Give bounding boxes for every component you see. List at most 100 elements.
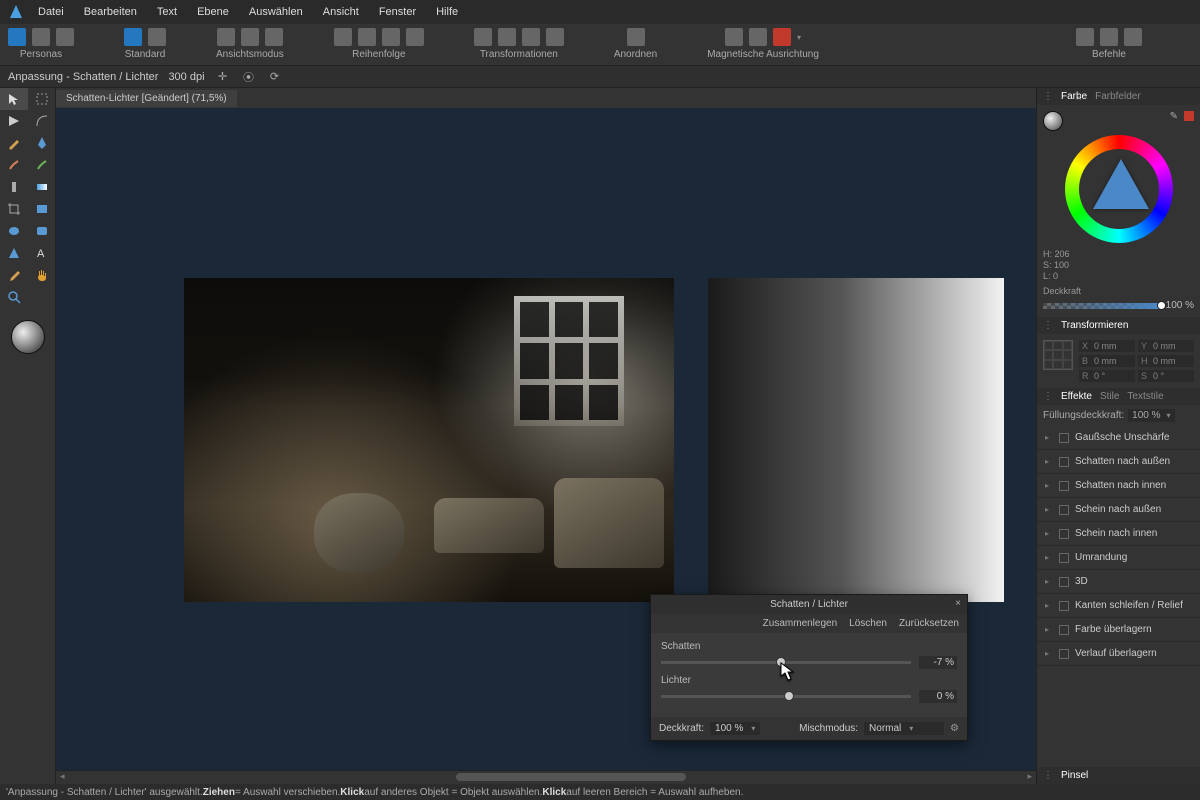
cmd3-icon[interactable] (1124, 28, 1142, 46)
document-tab[interactable]: Schatten-Lichter [Geändert] (71,5%) × (56, 90, 237, 107)
move-forward-icon[interactable] (382, 28, 400, 46)
snap-guides-icon[interactable] (749, 28, 767, 46)
fx-3d[interactable]: ▸3D (1037, 570, 1200, 594)
crop-tool[interactable] (0, 198, 28, 220)
scrollbar-thumb[interactable] (456, 773, 686, 781)
dialog-titlebar[interactable]: Schatten / Lichter × (651, 595, 967, 614)
move-front-icon[interactable] (406, 28, 424, 46)
rotate-ccw-icon[interactable] (522, 28, 540, 46)
fx-gaussian-blur[interactable]: ▸Gaußsche Unschärfe (1037, 426, 1200, 450)
pencil-tool[interactable] (0, 132, 28, 154)
color-chip[interactable] (1184, 111, 1194, 121)
opacity-slider[interactable] (1043, 303, 1162, 309)
fx-color-overlay[interactable]: ▸Farbe überlagern (1037, 618, 1200, 642)
panel-menu-icon[interactable]: ⋮ (1043, 91, 1053, 102)
cmd2-icon[interactable] (1100, 28, 1118, 46)
default-view-icon[interactable] (124, 28, 142, 46)
menu-file[interactable]: Datei (28, 2, 74, 22)
flip-v-icon[interactable] (498, 28, 516, 46)
move-back-icon[interactable] (334, 28, 352, 46)
node-tool[interactable] (0, 110, 28, 132)
rect-tool[interactable] (28, 198, 56, 220)
highlights-slider[interactable] (661, 695, 911, 698)
color-swatch-primary[interactable] (1043, 111, 1063, 131)
persona-export-icon[interactable] (56, 28, 74, 46)
shadows-slider[interactable] (661, 661, 911, 664)
fx-outer-glow[interactable]: ▸Schein nach außen (1037, 498, 1200, 522)
fx-outline[interactable]: ▸Umrandung (1037, 546, 1200, 570)
menu-select[interactable]: Auswählen (239, 2, 313, 22)
panel-menu-icon[interactable]: ⋮ (1043, 770, 1053, 781)
gradient-tool[interactable] (28, 176, 56, 198)
rotate-cw-icon[interactable] (546, 28, 564, 46)
tab-transform[interactable]: Transformieren (1061, 320, 1128, 331)
align-icon[interactable] (627, 28, 645, 46)
eyedropper-tool[interactable] (0, 264, 28, 286)
menu-layer[interactable]: Ebene (187, 2, 239, 22)
fill-opacity-dropdown[interactable]: 100 %▾ (1128, 409, 1174, 422)
tab-brush[interactable]: Pinsel (1061, 770, 1088, 781)
s-field[interactable]: S0 ° (1138, 370, 1194, 382)
retina-view-icon[interactable] (241, 28, 259, 46)
scroll-left-icon[interactable]: ◂ (60, 771, 65, 782)
foreground-color-swatch[interactable] (11, 320, 45, 354)
separated-view-icon[interactable] (148, 28, 166, 46)
close-icon[interactable]: × (955, 598, 961, 609)
fx-inner-shadow[interactable]: ▸Schatten nach innen (1037, 474, 1200, 498)
move-tool[interactable] (0, 88, 28, 110)
tab-textstyles[interactable]: Textstile (1127, 391, 1163, 402)
fx-gradient-overlay[interactable]: ▸Verlauf überlagern (1037, 642, 1200, 666)
brush-tool[interactable] (0, 154, 28, 176)
refresh-icon[interactable]: ⟳ (267, 69, 283, 85)
outline-view-icon[interactable] (265, 28, 283, 46)
w-field[interactable]: B0 mm (1079, 355, 1135, 367)
tab-styles[interactable]: Stile (1100, 391, 1119, 402)
menu-window[interactable]: Fenster (369, 2, 426, 22)
highlights-value[interactable]: 0 % (919, 690, 957, 703)
tab-swatches[interactable]: Farbfelder (1095, 91, 1141, 102)
flip-h-icon[interactable] (474, 28, 492, 46)
h-field[interactable]: H0 mm (1138, 355, 1194, 367)
hand-tool[interactable] (28, 264, 56, 286)
rounded-rect-tool[interactable] (28, 220, 56, 242)
menu-edit[interactable]: Bearbeiten (74, 2, 147, 22)
fill-tool[interactable] (0, 176, 28, 198)
merge-button[interactable]: Zusammenlegen (763, 618, 837, 629)
fx-outer-shadow[interactable]: ▸Schatten nach außen (1037, 450, 1200, 474)
shape-tool[interactable] (0, 242, 28, 264)
tab-color[interactable]: Farbe (1061, 91, 1087, 102)
close-icon[interactable]: × (1076, 93, 1082, 104)
anchor-selector[interactable] (1043, 340, 1073, 370)
ellipse-tool[interactable] (0, 220, 28, 242)
horizontal-scrollbar[interactable]: ◂ ▸ (56, 770, 1036, 784)
fx-bevel[interactable]: ▸Kanten schleifen / Relief (1037, 594, 1200, 618)
corner-tool[interactable] (28, 110, 56, 132)
color-wheel[interactable] (1065, 135, 1173, 243)
move-backward-icon[interactable] (358, 28, 376, 46)
persona-photo-icon[interactable] (8, 28, 26, 46)
chevron-down-icon[interactable]: ▾ (797, 33, 801, 42)
text-tool[interactable]: A (28, 242, 56, 264)
y-field[interactable]: Y0 mm (1138, 340, 1194, 352)
tab-effects[interactable]: Effekte (1061, 391, 1092, 402)
panel-menu-icon[interactable]: ⋮ (1043, 320, 1053, 331)
target-icon[interactable]: ✛ (215, 69, 231, 85)
blendmode-dropdown[interactable]: Normal (864, 722, 944, 735)
shadows-value[interactable]: -7 % (919, 656, 957, 669)
pixel-view-icon[interactable] (217, 28, 235, 46)
pen-tool[interactable] (28, 132, 56, 154)
panel-menu-icon[interactable]: ⋮ (1043, 391, 1053, 402)
r-field[interactable]: R0 ° (1079, 370, 1135, 382)
menu-view[interactable]: Ansicht (313, 2, 369, 22)
menu-help[interactable]: Hilfe (426, 2, 468, 22)
persona-liquify-icon[interactable] (32, 28, 50, 46)
vector-brush-tool[interactable] (28, 154, 56, 176)
reset-button[interactable]: Zurücksetzen (899, 618, 959, 629)
zoom-tool[interactable] (0, 286, 28, 308)
scroll-right-icon[interactable]: ▸ (1027, 771, 1032, 782)
artboard-tool[interactable] (28, 88, 56, 110)
opacity-dropdown[interactable]: 100 % (710, 722, 760, 735)
eyedropper-icon[interactable]: ✎ (1170, 111, 1178, 131)
menu-text[interactable]: Text (147, 2, 187, 22)
x-field[interactable]: X0 mm (1079, 340, 1135, 352)
